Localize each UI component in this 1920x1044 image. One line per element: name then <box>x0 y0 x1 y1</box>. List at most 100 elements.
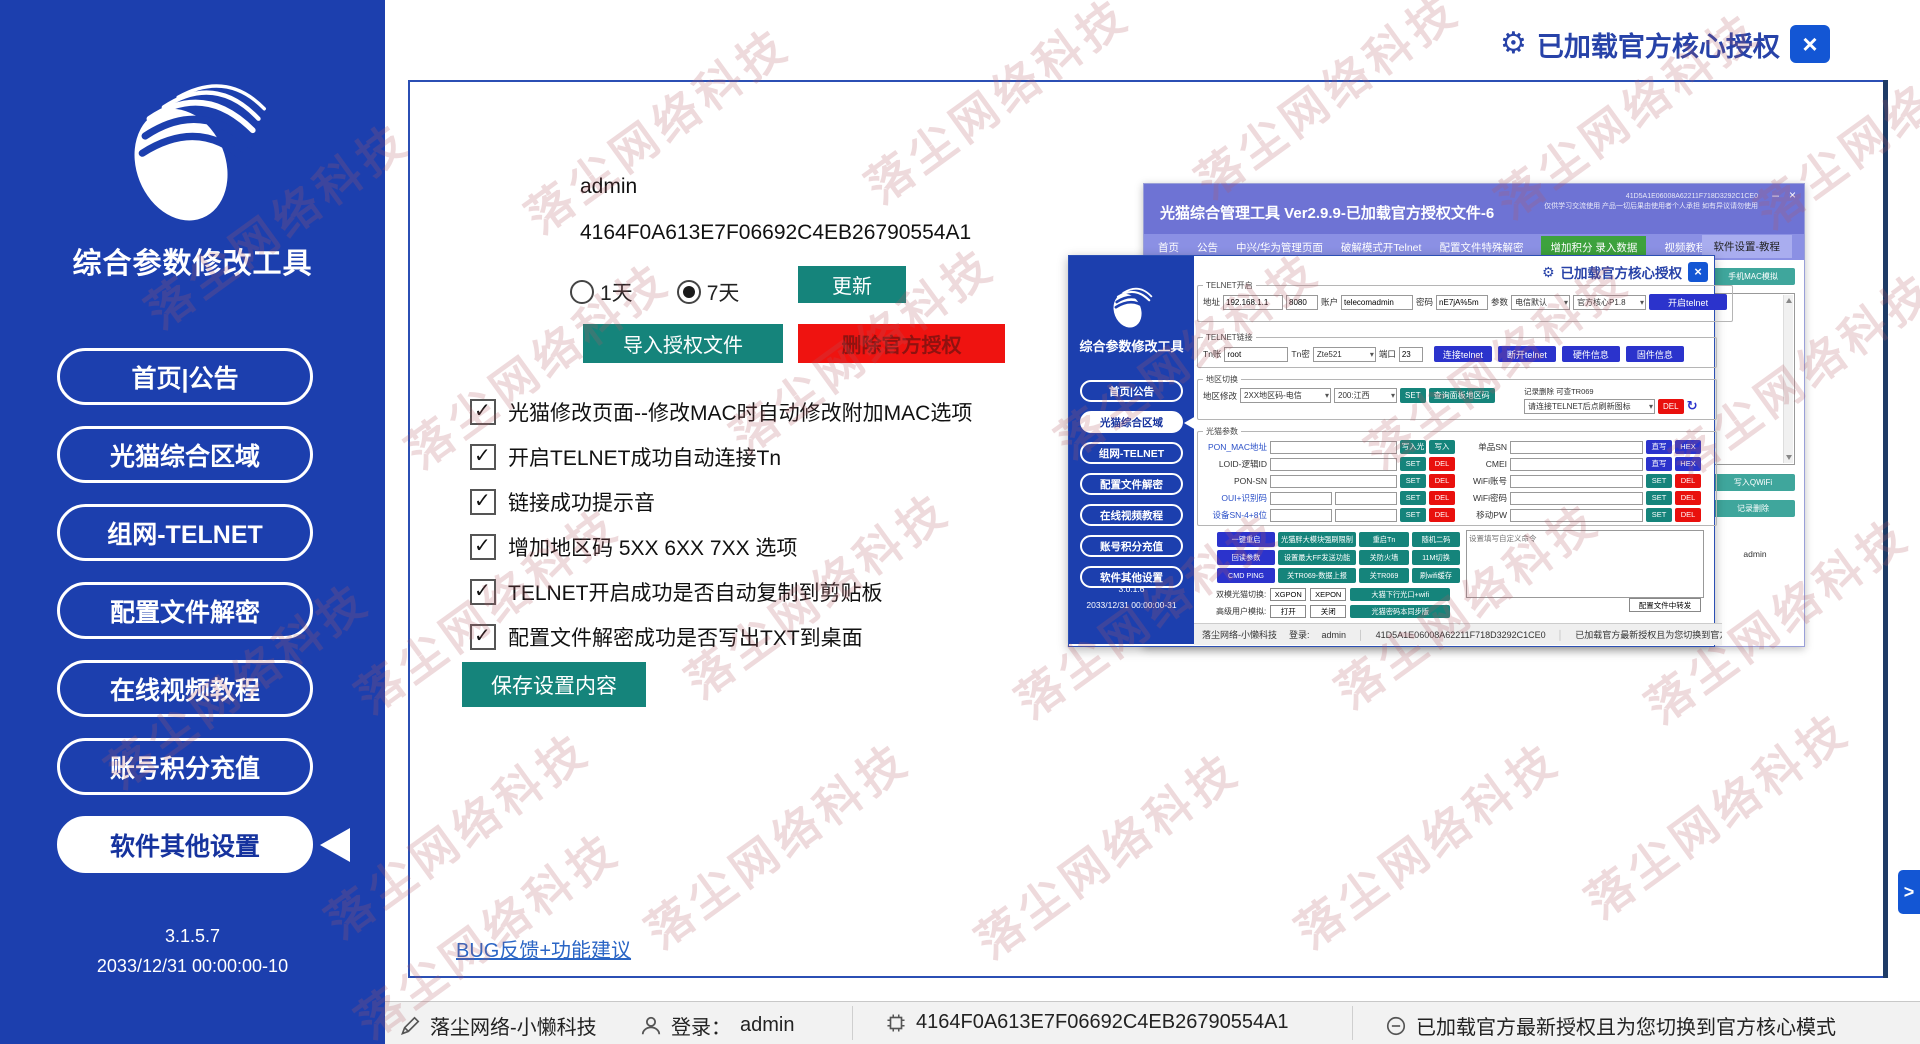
action-button[interactable]: 设置最大FF发送功能 <box>1278 550 1356 565</box>
param-input-2[interactable] <box>1335 508 1397 522</box>
param-button-2[interactable]: DEL <box>1675 491 1701 505</box>
core-select[interactable]: 官方核心P1.8 <box>1573 294 1647 310</box>
preview-menu-item[interactable]: 中兴/华为管理页面 <box>1236 240 1323 255</box>
addr-input[interactable] <box>1223 294 1284 310</box>
telnet-action-button[interactable]: 硬件信息 <box>1561 346 1620 362</box>
radio-icon[interactable] <box>570 280 594 304</box>
delete-license-button[interactable]: 删除官方授权 <box>798 324 1005 363</box>
param-input[interactable] <box>1270 457 1397 471</box>
downstream-wifi-button[interactable]: 大猫下行光口+wifi <box>1350 588 1451 601</box>
checkbox-icon[interactable] <box>470 623 496 650</box>
password-input[interactable] <box>1436 294 1489 310</box>
preview-menu-item[interactable]: 首页 <box>1158 240 1179 255</box>
setting-checkbox-row[interactable]: 开启TELNET成功自动连接Tn <box>470 443 972 470</box>
xepon-button[interactable]: XEPON <box>1310 588 1347 601</box>
config-transfer-button[interactable]: 配置文件中转发 <box>1629 598 1701 612</box>
popup-sidebar-item[interactable]: 组网-TELNET <box>1080 442 1183 464</box>
preview-menu-item[interactable]: 破解模式开Telnet <box>1341 240 1422 255</box>
param-input-2[interactable] <box>1335 491 1397 505</box>
param-input[interactable] <box>1270 491 1332 505</box>
sidebar-item[interactable]: 光猫综合区域 <box>57 426 313 483</box>
param-button-1[interactable]: 直写 <box>1646 457 1672 471</box>
action-button[interactable]: CMD PING <box>1217 568 1275 583</box>
param-input[interactable] <box>1510 457 1643 471</box>
setting-checkbox-row[interactable]: 增加地区码 5XX 6XX 7XX 选项 <box>470 533 972 560</box>
popup-close-button[interactable]: × <box>1688 262 1708 282</box>
telnet-action-button[interactable]: 断开telnet <box>1497 346 1556 362</box>
tn-pass-select[interactable]: Zte521 <box>1312 346 1376 362</box>
minimize-icon[interactable]: – <box>1772 188 1779 202</box>
update-button[interactable]: 更新 <box>798 266 906 303</box>
param-button-2[interactable]: DEL <box>1429 491 1455 505</box>
param-button-2[interactable]: DEL <box>1429 508 1455 522</box>
param-button-1[interactable]: SET <box>1646 491 1672 505</box>
save-settings-button[interactable]: 保存设置内容 <box>462 662 646 707</box>
offline-duration-option[interactable]: 1天 <box>570 277 633 307</box>
tn-port-input[interactable] <box>1398 346 1423 362</box>
param-button-2[interactable]: HEX <box>1675 440 1701 454</box>
preview-settings-button[interactable]: 软件设置-教程 <box>1701 235 1792 258</box>
param-button-1[interactable]: SET <box>1646 474 1672 488</box>
sidebar-item[interactable]: 配置文件解密 <box>57 582 313 639</box>
expand-arrow-button[interactable]: > <box>1898 870 1920 914</box>
param-input[interactable] <box>1510 491 1643 505</box>
close-button[interactable]: × <box>1789 25 1830 63</box>
radio-icon[interactable] <box>676 280 701 304</box>
action-button[interactable]: 回读参数 <box>1217 550 1275 565</box>
record-delete-select[interactable]: 请连接TELNET后点刷新图标 <box>1524 398 1655 414</box>
action-button[interactable]: 11M切换 <box>1412 550 1460 565</box>
param-button-2[interactable]: 写入+重启 <box>1429 440 1455 465</box>
tn-user-input[interactable] <box>1224 346 1289 362</box>
param-button-2[interactable]: DEL <box>1675 508 1701 522</box>
popup-sidebar-item[interactable]: 首页|公告 <box>1080 380 1183 402</box>
action-button[interactable]: 光猫胖大模块强刷限制 <box>1278 532 1356 547</box>
action-button[interactable]: 关防火墙 <box>1359 550 1409 565</box>
region-select-1[interactable]: 2XX地区码-电信 <box>1240 388 1332 403</box>
param-input[interactable] <box>1270 440 1397 454</box>
param-button-2[interactable]: DEL <box>1675 474 1701 488</box>
popup-sidebar-item[interactable]: 在线视频教程 <box>1080 504 1183 526</box>
param-input[interactable] <box>1510 474 1643 488</box>
sidebar-item[interactable]: 首页|公告 <box>57 348 313 405</box>
param-button-1[interactable]: SET <box>1646 508 1672 522</box>
region-select-2[interactable]: 200:江西 <box>1334 388 1398 403</box>
close-mode-button[interactable]: 关闭 <box>1310 605 1347 618</box>
write-wifi-button[interactable]: 写入QWiFi <box>1711 474 1795 491</box>
checkbox-icon[interactable] <box>470 398 496 425</box>
param-button-2[interactable]: HEX <box>1675 457 1701 471</box>
action-button[interactable]: 随机二码 <box>1412 532 1460 547</box>
param-input[interactable] <box>1270 474 1397 488</box>
sidebar-item[interactable]: 在线视频教程 <box>57 660 313 717</box>
open-button[interactable]: 打开 <box>1270 605 1307 618</box>
bug-feedback-link[interactable]: BUG反馈+功能建议 <box>456 934 631 963</box>
record-delete-button[interactable]: DEL <box>1658 398 1684 414</box>
action-button[interactable]: 刷wifi缓存 <box>1412 568 1460 583</box>
scrollbar[interactable] <box>1783 295 1793 463</box>
sidebar-item[interactable]: 账号积分充值 <box>57 738 313 795</box>
sidebar-item[interactable]: 组网-TELNET <box>57 504 313 561</box>
account-input[interactable] <box>1341 294 1414 310</box>
checkbox-icon[interactable] <box>470 533 496 560</box>
telnet-action-button[interactable]: 连接telnet <box>1433 346 1492 362</box>
region-set-button[interactable]: SET <box>1400 388 1426 403</box>
param-button-1[interactable]: SET <box>1400 491 1426 505</box>
param-button-1[interactable]: SET <box>1400 457 1426 471</box>
checkbox-icon[interactable] <box>470 578 496 605</box>
xgpon-button[interactable]: XGPON <box>1270 588 1307 601</box>
param-button-2[interactable]: DEL <box>1429 474 1455 488</box>
param-input[interactable] <box>1510 508 1643 522</box>
param-button-1[interactable]: 直写 <box>1646 440 1672 454</box>
popup-sidebar-item[interactable]: 光猫综合区域 <box>1080 411 1196 433</box>
port-input[interactable] <box>1286 294 1319 310</box>
open-telnet-button[interactable]: 开启telnet <box>1649 294 1728 310</box>
setting-checkbox-row[interactable]: 链接成功提示音 <box>470 488 972 515</box>
checkbox-icon[interactable] <box>470 488 496 515</box>
refresh-icon[interactable]: ↻ <box>1687 398 1698 414</box>
preview-menu-item[interactable]: 配置文件特殊解密 <box>1439 240 1523 255</box>
param-button-1[interactable]: SET <box>1400 474 1426 488</box>
setting-checkbox-row[interactable]: 光猫修改页面--修改MAC时自动修改附加MAC选项 <box>470 398 972 425</box>
action-button[interactable]: 一键重启 <box>1217 532 1275 547</box>
param-input[interactable] <box>1270 508 1332 522</box>
sidebar-item[interactable]: 软件其他设置 <box>57 816 350 873</box>
region-query-button[interactable]: 查询面板地区码 <box>1428 388 1495 403</box>
